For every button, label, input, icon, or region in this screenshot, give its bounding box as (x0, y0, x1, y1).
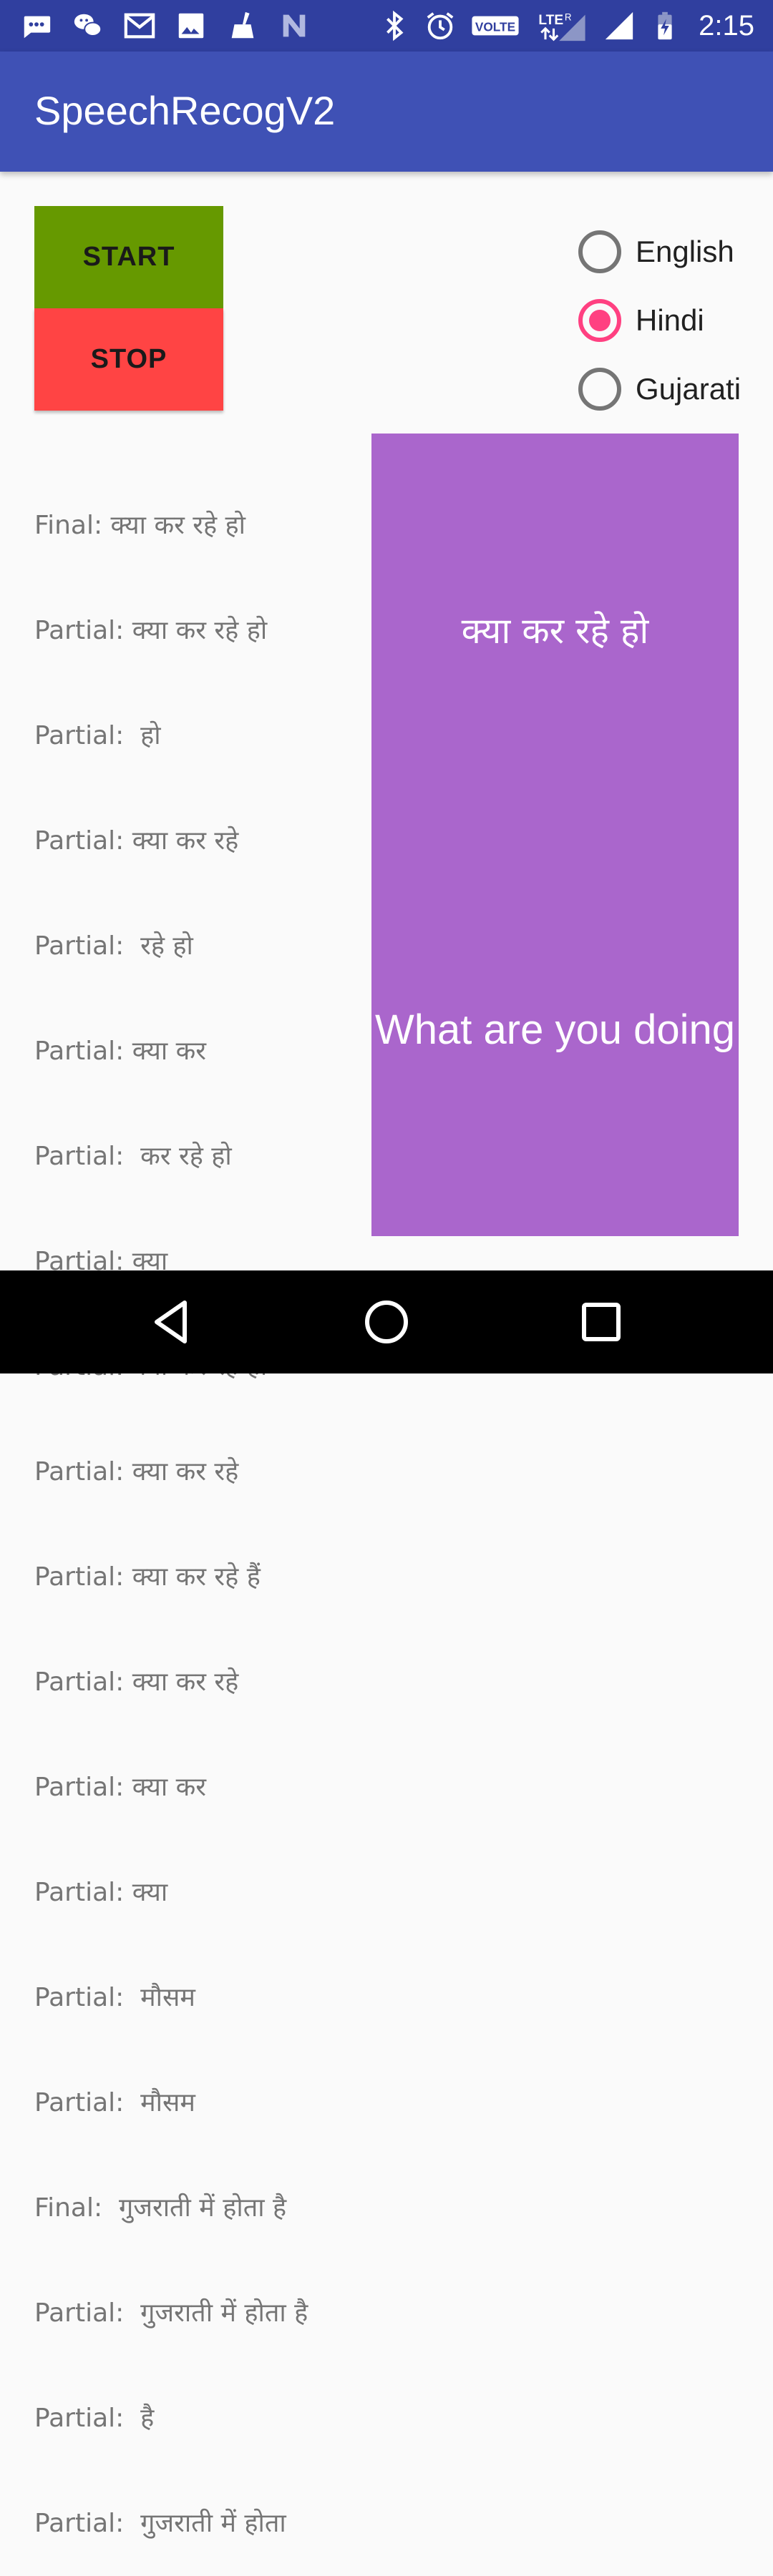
cell-signal-icon (603, 9, 636, 42)
lte-signal-icon: LTE R (534, 9, 590, 42)
notification-icons (20, 0, 311, 52)
log-line: Partial: क्या कर रहे (34, 826, 239, 856)
log-line: Partial: गुजराती में होता (34, 2509, 286, 2538)
volte-icon: VOLTE (470, 9, 521, 42)
recognized-text: क्या कर रहे हो (461, 610, 649, 652)
radio-button-hindi[interactable] (578, 299, 621, 342)
n-app-icon (278, 9, 311, 42)
radio-label-hindi: Hindi (636, 303, 704, 337)
back-icon[interactable] (146, 1296, 198, 1348)
radio-gujarati[interactable]: Gujarati (578, 355, 741, 423)
log-line: Partial: क्या कर रहे (34, 1667, 239, 1697)
log-line: Partial: मौसम (34, 2088, 195, 2117)
log-line: Partial: गुजराती में होता है (34, 2298, 308, 2328)
stop-button[interactable]: STOP (34, 308, 223, 411)
log-line: Partial: क्या (34, 1878, 168, 1907)
gmail-icon (123, 9, 156, 42)
status-bar: VOLTE LTE R 2:15 (0, 0, 773, 52)
log-line: Partial: क्या कर रहे हो (34, 616, 268, 645)
log-line: Final: गुजराती में होता है (34, 2193, 287, 2223)
bluetooth-icon (378, 9, 411, 42)
radio-hindi[interactable]: Hindi (578, 286, 741, 355)
log-line: Partial: रहे हो (34, 931, 193, 961)
clock-time: 2:15 (699, 9, 754, 41)
log-line: Partial: हो (34, 721, 161, 750)
radio-label-english: English (636, 235, 734, 268)
result-panel: क्या कर रहे हो What are you doing (371, 434, 739, 1236)
chat-bubble-icon (20, 9, 53, 42)
log-line: Partial: क्या कर (34, 1773, 206, 1802)
log-line: Partial: कर रहे हो (34, 1142, 232, 1171)
radio-english[interactable]: English (578, 217, 741, 286)
image-icon (175, 9, 208, 42)
log-line: Partial: क्या कर रहे हैं (34, 1562, 261, 1592)
recognition-log: Final: क्या कर रहे हो Partial: क्या कर र… (34, 438, 364, 2576)
log-line: Partial: क्या कर रहे (34, 1457, 239, 1487)
svg-text:R: R (565, 11, 572, 22)
radio-button-gujarati[interactable] (578, 368, 621, 411)
navigation-bar (0, 1270, 773, 1373)
log-line: Partial: है (34, 2404, 155, 2433)
log-line: Final: क्या कर रहे हो (34, 511, 245, 540)
svg-text:VOLTE: VOLTE (475, 20, 515, 34)
log-line: Partial: क्या कर (34, 1037, 206, 1066)
system-icons: VOLTE LTE R 2:15 (378, 0, 754, 52)
home-icon[interactable] (361, 1296, 412, 1348)
language-radio-group: English Hindi Gujarati (578, 217, 741, 423)
battery-charging-icon (648, 9, 681, 42)
alarm-icon (424, 9, 457, 42)
svg-text:LTE: LTE (539, 13, 564, 28)
radio-label-gujarati: Gujarati (636, 372, 742, 406)
log-line: Partial: मौसम (34, 1983, 195, 2012)
wechat-icon (72, 9, 104, 42)
app-title: SpeechRecogV2 (34, 88, 336, 133)
radio-button-english[interactable] (578, 230, 621, 273)
cleaner-broom-icon (226, 9, 259, 42)
start-button[interactable]: START (34, 206, 223, 308)
recents-icon[interactable] (575, 1296, 627, 1348)
app-bar: SpeechRecogV2 (0, 52, 773, 172)
translated-text: What are you doing (375, 1007, 735, 1053)
